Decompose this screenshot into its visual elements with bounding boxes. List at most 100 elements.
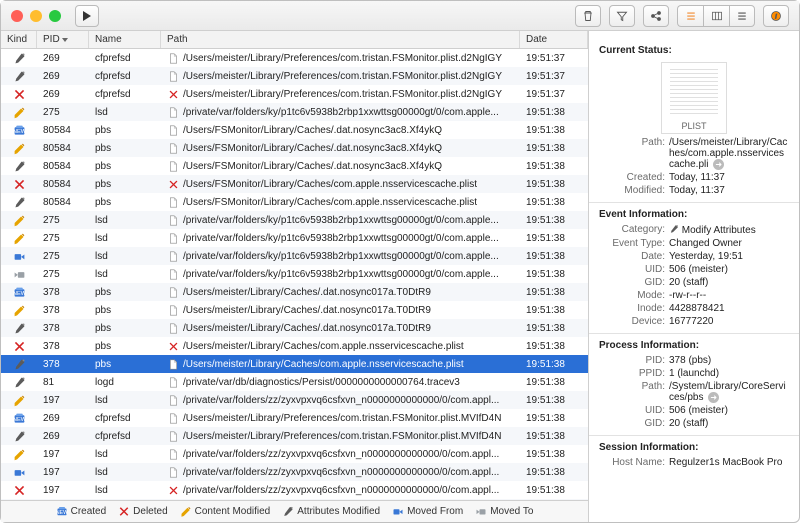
cell-date: 19:51:38 [520, 341, 588, 352]
table-row[interactable]: 269cfprefsd/Users/meister/Library/Prefer… [1, 409, 588, 427]
cell-path: /Users/meister/Library/Preferences/com.t… [161, 412, 520, 424]
cell-path: /private/var/folders/ky/p1tc6v5938b2rbp1… [161, 268, 520, 280]
view-columns-button[interactable] [703, 5, 729, 27]
table-row[interactable]: 80584pbs/Users/FSMonitor/Library/Caches/… [1, 193, 588, 211]
cell-pid: 80584 [37, 161, 89, 172]
view-rows-button[interactable] [729, 5, 755, 27]
cell-pid: 269 [37, 53, 89, 64]
cell-name: lsd [89, 395, 161, 406]
cell-path: /private/var/folders/zz/zyxvpxvq6csfxvn_… [161, 448, 520, 460]
file-icon [167, 70, 179, 82]
table-row[interactable]: 81logd/private/var/db/diagnostics/Persis… [1, 373, 588, 391]
filter-button[interactable] [609, 5, 635, 27]
zoom-window[interactable] [49, 10, 61, 22]
attr-icon [12, 195, 26, 209]
mod-icon [12, 393, 26, 407]
crt-icon [12, 123, 26, 137]
share-button[interactable] [643, 5, 669, 27]
cell-name: lsd [89, 467, 161, 478]
cell-date: 19:51:38 [520, 377, 588, 388]
cell-name: cfprefsd [89, 53, 161, 64]
col-pid[interactable]: PID [37, 31, 89, 48]
table-row[interactable]: 80584pbs/Users/FSMonitor/Library/Caches/… [1, 139, 588, 157]
minimize-window[interactable] [30, 10, 42, 22]
detail-modified: Today, 11:37 [669, 185, 789, 196]
cell-pid: 197 [37, 449, 89, 460]
trash-button[interactable] [575, 5, 601, 27]
close-window[interactable] [11, 10, 23, 22]
table-row[interactable]: 80584pbs/Users/FSMonitor/Library/Caches/… [1, 157, 588, 175]
table-row[interactable]: 275lsd/private/var/folders/ky/p1tc6v5938… [1, 103, 588, 121]
cell-date: 19:51:38 [520, 197, 588, 208]
col-name[interactable]: Name [89, 31, 161, 48]
mvt-icon [12, 267, 26, 281]
table-row[interactable]: 269cfprefsd/Users/meister/Library/Prefer… [1, 85, 588, 103]
table-row[interactable]: 197lsd/private/var/folders/zz/zyxvpxvq6c… [1, 391, 588, 409]
view-list-button[interactable] [677, 5, 703, 27]
moved-from-icon [392, 506, 404, 518]
file-icon [167, 232, 179, 244]
table-row[interactable]: 269cfprefsd/Users/meister/Library/Prefer… [1, 67, 588, 85]
view-mode-group [677, 5, 755, 27]
file-icon [167, 106, 179, 118]
table-row[interactable]: 269cfprefsd/Users/meister/Library/Prefer… [1, 49, 588, 67]
reveal-proc-button[interactable]: ➜ [708, 392, 719, 403]
detail-proc-path: /System/Library/CoreServices/pbs [669, 381, 786, 403]
table-row[interactable]: 275lsd/private/var/folders/ky/p1tc6v5938… [1, 247, 588, 265]
cell-pid: 275 [37, 251, 89, 262]
cell-path: /private/var/folders/ky/p1tc6v5938b2rbp1… [161, 250, 520, 262]
cell-name: pbs [89, 323, 161, 334]
reveal-path-button[interactable]: ➜ [713, 159, 724, 170]
info-button[interactable]: i [763, 5, 789, 27]
file-icon [167, 250, 179, 262]
table-row[interactable]: 197lsd/private/var/folders/zz/zyxvpxvq6c… [1, 481, 588, 499]
table-row[interactable]: 378pbs/Users/meister/Library/Caches/.dat… [1, 301, 588, 319]
table-body[interactable]: 269cfprefsd/Users/meister/Library/Prefer… [1, 49, 588, 500]
table-row[interactable]: 378pbs/Users/meister/Library/Caches/com.… [1, 355, 588, 373]
file-icon [167, 124, 179, 136]
file-icon [167, 304, 179, 316]
table-row[interactable]: 275lsd/private/var/folders/ky/p1tc6v5938… [1, 211, 588, 229]
file-icon [167, 142, 179, 154]
col-date[interactable]: Date [520, 31, 588, 48]
cell-path: /private/var/folders/zz/zyxvpxvq6csfxvn_… [161, 394, 520, 406]
cell-kind [1, 447, 37, 461]
col-kind[interactable]: Kind [1, 31, 37, 48]
table-row[interactable]: 80584pbs/Users/FSMonitor/Library/Caches/… [1, 175, 588, 193]
created-icon [56, 506, 68, 518]
table-row[interactable]: 378pbs/Users/meister/Library/Caches/com.… [1, 337, 588, 355]
file-icon [167, 88, 179, 100]
table-row[interactable]: 80584pbs/Users/FSMonitor/Library/Caches/… [1, 121, 588, 139]
cell-path: /private/var/folders/ky/p1tc6v5938b2rbp1… [161, 106, 520, 118]
cell-date: 19:51:38 [520, 269, 588, 280]
cell-pid: 80584 [37, 197, 89, 208]
cell-pid: 269 [37, 89, 89, 100]
cell-name: logd [89, 377, 161, 388]
table-row[interactable]: 275lsd/private/var/folders/ky/p1tc6v5938… [1, 229, 588, 247]
play-button[interactable] [75, 5, 99, 27]
table-row[interactable]: 275lsd/private/var/folders/ky/p1tc6v5938… [1, 265, 588, 283]
cell-date: 19:51:38 [520, 431, 588, 442]
table-row[interactable]: 197lsd/private/var/folders/zz/zyxvpxvq6c… [1, 463, 588, 481]
file-icon [167, 412, 179, 424]
cell-kind [1, 267, 37, 281]
col-path[interactable]: Path [161, 31, 520, 48]
file-icon [167, 430, 179, 442]
mod-icon [12, 105, 26, 119]
deleted-icon [118, 506, 130, 518]
table-row[interactable]: 378pbs/Users/meister/Library/Caches/.dat… [1, 319, 588, 337]
file-icon [167, 286, 179, 298]
cell-pid: 378 [37, 287, 89, 298]
mod-icon [12, 141, 26, 155]
table-row[interactable]: 197lsd/private/var/folders/zz/zyxvpxvq6c… [1, 445, 588, 463]
detail-gid: 20 (staff) [669, 277, 789, 288]
file-icon [167, 394, 179, 406]
file-icon [167, 322, 179, 334]
cell-kind [1, 195, 37, 209]
cell-path: /Users/FSMonitor/Library/Caches/com.appl… [161, 196, 520, 208]
table-row[interactable]: 378pbs/Users/meister/Library/Caches/.dat… [1, 283, 588, 301]
table-row[interactable]: 269cfprefsd/Users/meister/Library/Prefer… [1, 427, 588, 445]
cell-kind [1, 141, 37, 155]
detail-inode: 4428878421 [669, 303, 789, 314]
cell-name: cfprefsd [89, 431, 161, 442]
